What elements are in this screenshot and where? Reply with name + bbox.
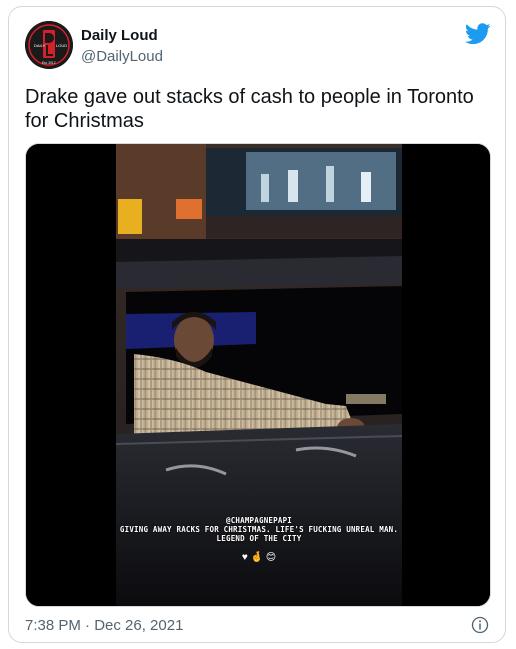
svg-text:LOUD: LOUD xyxy=(56,43,67,48)
daily-loud-logo: DAILY LOUD Est. 2012 xyxy=(25,21,73,69)
tweet-card[interactable]: DAILY LOUD Est. 2012 Daily Loud @DailyLo… xyxy=(8,6,506,643)
avatar[interactable]: DAILY LOUD Est. 2012 xyxy=(25,21,73,69)
tweet-video[interactable]: @CHAMPAGNEPAPI GIVING AWAY RACKS FOR CHR… xyxy=(25,143,491,607)
svg-text:Est. 2012: Est. 2012 xyxy=(42,61,56,65)
tweet-text: Drake gave out stacks of cash to people … xyxy=(25,86,474,132)
overlay-handle: @CHAMPAGNEPAPI xyxy=(225,516,292,525)
video-overlay-caption: @CHAMPAGNEPAPI GIVING AWAY RACKS FOR CHR… xyxy=(118,516,400,543)
overlay-caption: GIVING AWAY RACKS FOR CHRISTMAS. LIFE'S … xyxy=(119,525,399,543)
author-display-name[interactable]: Daily Loud xyxy=(81,27,158,44)
info-icon[interactable] xyxy=(471,616,489,634)
tweet-timestamp[interactable]: 7:38 PM · Dec 26, 2021 xyxy=(25,617,183,634)
overlay-emojis: ♥ 🤞 😊 xyxy=(241,552,277,563)
svg-text:DAILY: DAILY xyxy=(34,43,46,48)
twitter-bird-icon[interactable] xyxy=(465,23,491,45)
author-handle[interactable]: @DailyLoud xyxy=(81,48,163,65)
